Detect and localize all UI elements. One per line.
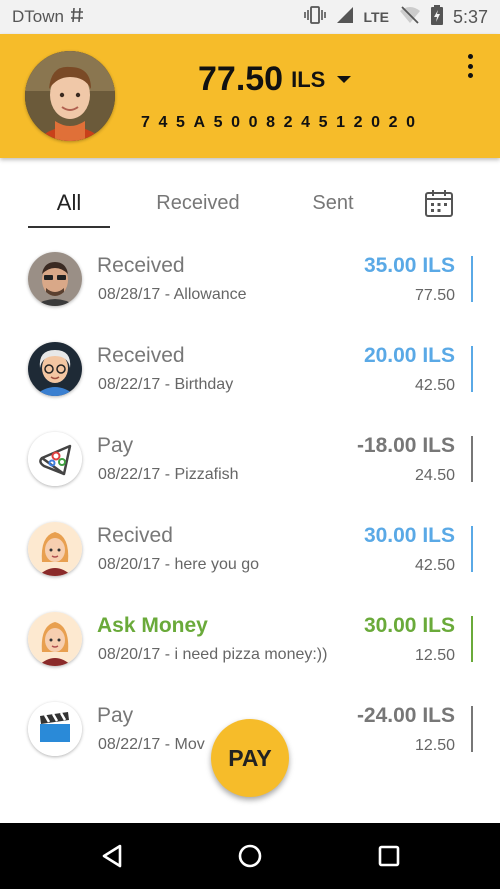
tab-received[interactable]: Received <box>150 186 246 226</box>
clapperboard-icon <box>28 702 82 756</box>
status-indicator-bar <box>471 526 473 572</box>
transaction-balance: 12.50 <box>414 737 455 754</box>
pay-button[interactable]: PAY <box>211 719 289 797</box>
recents-icon[interactable] <box>374 841 404 871</box>
transaction-row[interactable]: Ask Money 08/20/17 - i need pizza money:… <box>0 594 500 684</box>
back-icon[interactable] <box>98 841 128 871</box>
transaction-subtitle: 08/20/17 - i need pizza money:)) <box>98 646 328 663</box>
transaction-balance: 42.50 <box>414 557 455 574</box>
home-icon[interactable] <box>235 841 265 871</box>
transaction-amount: 35.00 ILS <box>363 254 455 277</box>
navigation-bar <box>0 823 500 889</box>
transaction-subtitle: 08/22/17 - Mov <box>98 736 205 753</box>
chevron-down-icon <box>337 76 352 83</box>
transaction-row[interactable]: Recived 08/20/17 - here you go 30.00 ILS… <box>0 504 500 594</box>
status-indicator-bar <box>471 616 473 662</box>
tab-sent[interactable]: Sent <box>305 186 361 226</box>
carrier-group: DTown <box>12 7 84 28</box>
transaction-title: Pay <box>97 704 134 727</box>
transaction-title: Ask Money <box>97 614 208 637</box>
vibrate-icon <box>303 5 326 29</box>
transaction-subtitle: 08/22/17 - Pizzafish <box>98 466 239 483</box>
hash-icon <box>70 7 84 28</box>
transaction-amount: 30.00 ILS <box>363 524 455 547</box>
transaction-balance: 77.50 <box>414 287 455 304</box>
status-icons: LTE 5:37 <box>303 4 488 30</box>
transaction-title: Recived <box>97 524 173 547</box>
transaction-row[interactable]: Pay 08/22/17 - Pizzafish -18.00 ILS 24.5… <box>0 414 500 504</box>
transaction-amount: -18.00 ILS <box>356 434 455 457</box>
clock: 5:37 <box>452 6 488 27</box>
transaction-list: Received 08/28/17 - Allowance 35.00 ILS … <box>0 234 500 774</box>
status-bar: DTown LTE 5:37 <box>0 0 500 34</box>
pizza-icon <box>28 432 82 486</box>
transaction-subtitle: 08/28/17 - Allowance <box>98 286 247 303</box>
transaction-subtitle: 08/20/17 - here you go <box>98 556 260 573</box>
grandma-avatar <box>28 342 82 396</box>
transaction-row[interactable]: Received 08/22/17 - Birthday 20.00 ILS 4… <box>0 324 500 414</box>
tab-all[interactable]: All <box>28 186 110 228</box>
transaction-row[interactable]: Received 08/28/17 - Allowance 35.00 ILS … <box>0 234 500 324</box>
app-header: 77.50 ILS 745A500824512020 <box>0 34 500 158</box>
calendar-icon[interactable] <box>424 188 454 218</box>
balance-amount: 77.50 <box>198 60 284 98</box>
transaction-title: Received <box>97 344 185 367</box>
balance-selector[interactable]: 77.50 ILS <box>198 60 352 99</box>
network-type: LTE <box>363 9 389 25</box>
man-sunglasses-avatar <box>28 252 82 306</box>
transaction-amount: -24.00 ILS <box>356 704 455 727</box>
transaction-title: Received <box>97 254 185 277</box>
status-indicator-bar <box>471 706 473 752</box>
transaction-balance: 42.50 <box>414 377 455 394</box>
account-number: 745A500824512020 <box>141 114 424 131</box>
transaction-balance: 24.50 <box>414 467 455 484</box>
signal-icon <box>336 6 354 29</box>
woman-avatar <box>28 612 82 666</box>
transaction-subtitle: 08/22/17 - Birthday <box>98 376 234 393</box>
more-vert-icon[interactable] <box>462 52 478 80</box>
transaction-amount: 30.00 ILS <box>363 614 455 637</box>
status-indicator-bar <box>471 256 473 302</box>
transaction-title: Pay <box>97 434 134 457</box>
transaction-balance: 12.50 <box>414 647 455 664</box>
status-indicator-bar <box>471 346 473 392</box>
woman-avatar <box>28 522 82 576</box>
battery-icon <box>430 4 443 30</box>
status-indicator-bar <box>471 436 473 482</box>
carrier-name: DTown <box>12 7 64 26</box>
transaction-amount: 20.00 ILS <box>363 344 455 367</box>
balance-currency: ILS <box>291 66 326 92</box>
wifi-off-icon <box>399 5 421 29</box>
profile-avatar[interactable] <box>25 51 115 141</box>
